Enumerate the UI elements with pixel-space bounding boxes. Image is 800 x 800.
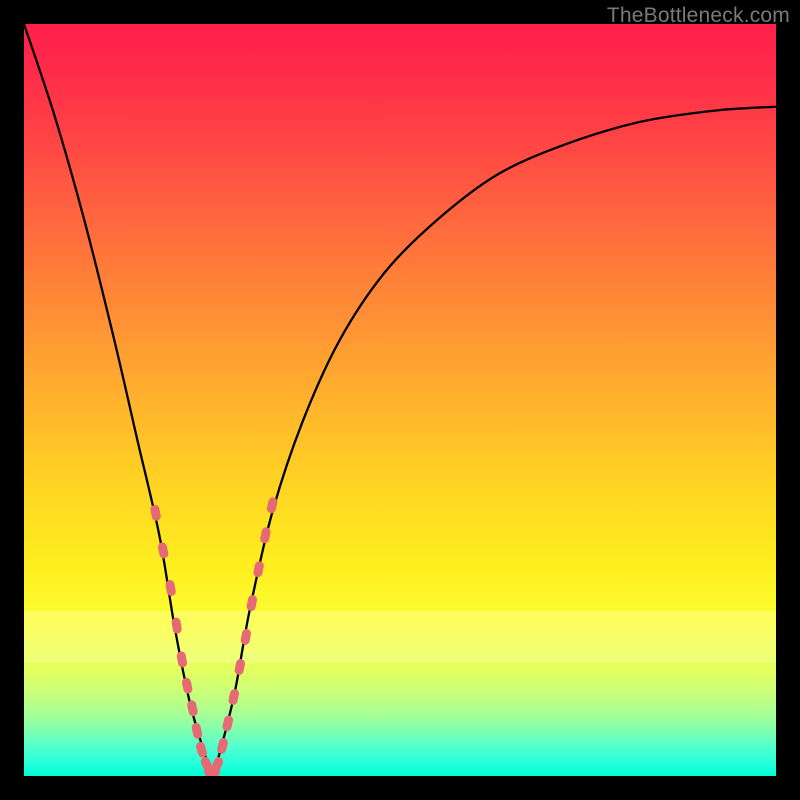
curve-marker bbox=[253, 560, 265, 577]
curve-marker bbox=[228, 688, 240, 706]
plot-area bbox=[24, 24, 776, 776]
bottleneck-curve bbox=[24, 24, 776, 776]
curve-marker bbox=[186, 700, 198, 718]
curve-marker bbox=[157, 542, 169, 559]
curve-marker bbox=[234, 658, 246, 675]
curve-layer bbox=[24, 24, 776, 776]
curve-marker bbox=[150, 504, 162, 521]
curve-marker bbox=[181, 677, 193, 695]
curve-marker bbox=[240, 628, 252, 645]
curve-marker bbox=[266, 496, 278, 514]
curve-marker bbox=[216, 737, 229, 755]
curve-marker bbox=[165, 579, 177, 596]
watermark-text: TheBottleneck.com bbox=[607, 4, 790, 28]
curve-marker bbox=[176, 651, 188, 668]
curve-marker bbox=[191, 722, 203, 740]
curve-marker bbox=[171, 617, 182, 634]
chart-frame: TheBottleneck.com bbox=[0, 0, 800, 800]
curve-marker bbox=[222, 715, 234, 733]
marker-group bbox=[150, 496, 279, 776]
curve-marker bbox=[259, 527, 271, 545]
curve-marker bbox=[246, 594, 258, 611]
